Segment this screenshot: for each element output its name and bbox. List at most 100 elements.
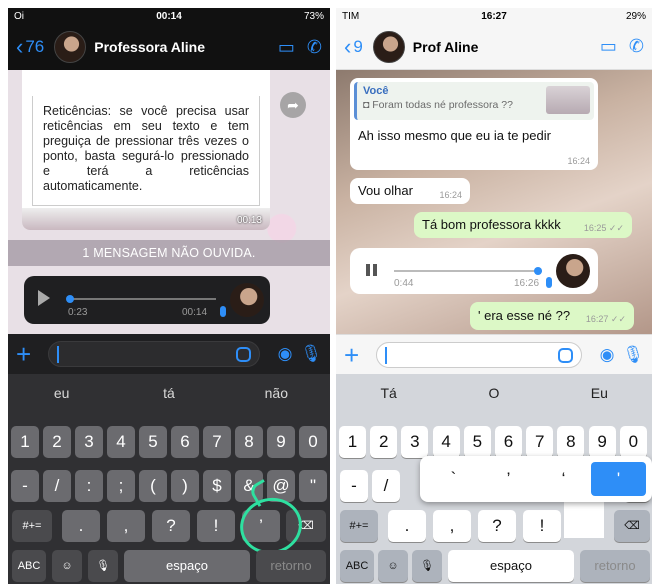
key[interactable]: 5 [139,426,167,458]
accent-key[interactable]: ` [426,462,481,496]
pause-icon[interactable] [366,264,377,276]
key[interactable]: / [43,470,71,502]
voice-message[interactable]: 0:44 16:26 [350,248,598,294]
key[interactable]: 1 [339,426,366,458]
back-button[interactable]: ‹ 76 [16,36,44,58]
suggestion[interactable]: Eu [547,374,652,412]
avatar[interactable] [54,31,87,63]
space-key[interactable]: espaço [448,550,574,582]
key[interactable]: 5 [463,426,491,458]
dictation-icon[interactable]: 🎙 [412,550,442,582]
suggestion[interactable]: Tá [336,374,441,412]
return-key[interactable]: retorno [580,550,650,582]
message-time: 16:24 [439,190,462,200]
key[interactable]: - [11,470,39,502]
contact-name[interactable]: Prof Aline [413,39,588,55]
abc-key[interactable]: ABC [340,550,374,582]
accent-key-selected[interactable]: ' [591,462,646,496]
key[interactable]: ? [478,510,516,542]
key[interactable]: 7 [526,426,554,458]
quoted-message[interactable]: Você ◘ Foram todas né professora ?? [354,82,594,120]
video-camera-icon[interactable]: ▭ [600,36,617,57]
key[interactable]: . [62,510,100,542]
message-input[interactable] [376,341,582,368]
key[interactable]: , [107,510,145,542]
image-message[interactable]: Reticências: se você precisa usar reticê… [22,70,270,230]
play-icon[interactable] [38,290,50,306]
voice-track[interactable] [394,270,542,272]
camera-icon[interactable]: ◉ [600,345,615,365]
contact-name[interactable]: Professora Aline [94,39,266,55]
key[interactable]: 0 [619,426,647,458]
key[interactable]: 7 [203,426,231,458]
mic-icon[interactable]: 🎙 [300,344,322,364]
plus-icon[interactable]: + [344,342,366,368]
incoming-message[interactable]: Vou olhar 16:24 [350,178,470,204]
key[interactable]: 3 [75,426,103,458]
key[interactable]: 8 [557,426,585,458]
key[interactable]: ! [197,510,235,542]
key[interactable]: 4 [432,426,460,458]
space-key[interactable]: espaço [124,550,250,582]
camera-icon[interactable]: ◉ [278,344,293,364]
key[interactable]: 2 [370,426,398,458]
key[interactable]: 3 [401,426,429,458]
backspace-key[interactable]: ⌫ [614,510,650,542]
key[interactable]: / [372,470,400,502]
return-key[interactable]: retorno [256,550,326,582]
sticker-icon[interactable] [557,347,573,363]
avatar[interactable] [372,30,405,63]
dictation-icon[interactable]: 🎙 [88,550,118,582]
video-camera-icon[interactable]: ▭ [278,37,295,58]
key[interactable]: 8 [235,426,263,458]
message-input[interactable] [48,341,260,367]
phone-icon[interactable]: ✆ [629,36,644,57]
reply-message[interactable]: Você ◘ Foram todas né professora ?? Ah i… [350,78,598,170]
keyboard: Tá O Eu 1234567890 - / " #+= .,?! ⌫ ` ’ … [336,374,652,584]
key[interactable]: ; [107,470,135,502]
key[interactable]: ( [139,470,167,502]
abc-key[interactable]: ABC [12,550,46,582]
plus-icon[interactable]: + [16,341,38,367]
key[interactable]: 6 [495,426,522,458]
accent-key[interactable]: ’ [481,462,536,496]
suggestion[interactable]: tá [115,374,222,412]
suggestion[interactable]: O [441,374,546,412]
voice-scrubber[interactable] [66,295,74,303]
voice-scrubber[interactable] [534,267,542,275]
more-symbols-key[interactable]: #+= [12,510,52,542]
emoji-icon[interactable]: ☺ [378,550,408,582]
key[interactable]: 6 [171,426,199,458]
mic-icon[interactable]: 🎙 [622,345,644,365]
key[interactable]: $ [203,470,231,502]
voice-message[interactable]: 0:23 00:14 [24,276,270,324]
key[interactable]: , [433,510,471,542]
key[interactable]: 9 [588,426,616,458]
key[interactable]: 0 [299,426,327,458]
phone-icon[interactable]: ✆ [307,37,322,58]
forward-icon[interactable]: ➦ [280,92,306,118]
outgoing-message[interactable]: ' era esse né ?? 16:27 ✓✓ [470,302,634,330]
more-symbols-key[interactable]: #+= [340,510,378,542]
key[interactable]: . [388,510,426,542]
voice-elapsed: 0:44 [394,278,414,289]
suggestion[interactable]: eu [8,374,115,412]
key[interactable]: ! [523,510,561,542]
key[interactable]: ) [171,470,199,502]
suggestion[interactable]: não [223,374,330,412]
back-button[interactable]: ‹ 9 [344,35,363,58]
sticker-icon[interactable] [235,347,251,362]
clock: 00:14 [156,10,182,22]
key[interactable]: " [299,470,327,502]
key[interactable]: 1 [11,426,39,458]
voice-track[interactable] [68,298,216,300]
outgoing-message[interactable]: Tá bom professora kkkk 16:25 ✓✓ [414,212,632,238]
key[interactable]: : [75,470,103,502]
emoji-icon[interactable]: ☺ [52,550,82,582]
key[interactable]: - [340,470,368,502]
key[interactable]: ? [152,510,190,542]
key[interactable]: 2 [43,426,71,458]
key[interactable]: 9 [267,426,295,458]
accent-key[interactable]: ‘ [536,462,591,496]
key[interactable]: 4 [107,426,135,458]
